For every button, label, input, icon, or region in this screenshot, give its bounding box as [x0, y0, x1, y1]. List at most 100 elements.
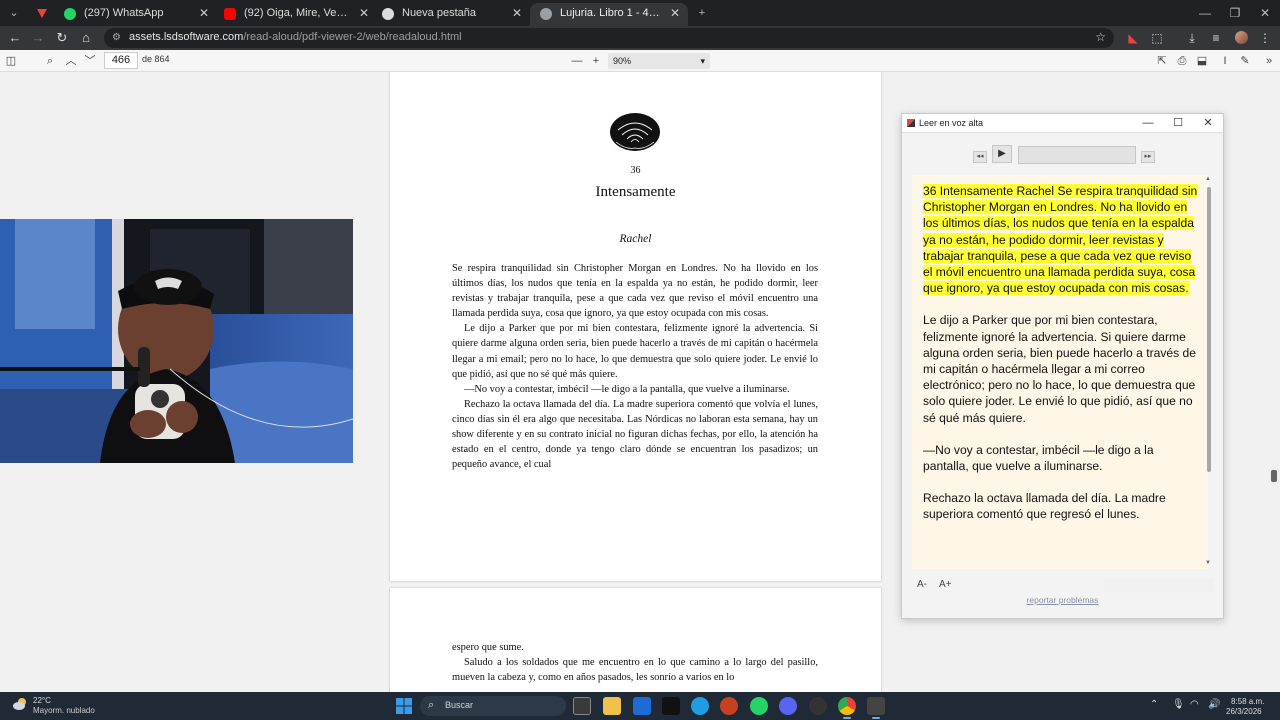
media-queue-icon[interactable]: ≡: [1207, 29, 1225, 47]
capcut-icon[interactable]: [662, 697, 680, 715]
tab-label: (92) Oiga, Mire, Vea - Guayacán: [244, 7, 351, 19]
paragraph: Se respira tranquilidad sin Christopher …: [452, 263, 818, 320]
draw-icon[interactable]: ✎: [1236, 52, 1254, 70]
close-icon[interactable]: ✕: [512, 3, 522, 23]
open-file-icon[interactable]: ⇱: [1153, 52, 1171, 70]
extensions-icon[interactable]: ⬚: [1148, 29, 1166, 47]
zoom-value: 90%: [613, 56, 632, 66]
edge-icon[interactable]: [691, 697, 709, 715]
zoom-select[interactable]: 90% ▾: [608, 53, 710, 69]
whatsapp-icon[interactable]: [750, 697, 768, 715]
text-cursor-icon[interactable]: I: [1216, 52, 1234, 70]
close-icon[interactable]: ✕: [1200, 116, 1216, 131]
increase-font-button[interactable]: A+: [939, 579, 952, 590]
url-text: assets.lsdsoftware.com/read-aloud/pdf-vi…: [129, 31, 462, 43]
microsoft-store-icon[interactable]: [633, 697, 651, 715]
chevron-down-icon: ▾: [700, 56, 705, 66]
active-app-indicator: [872, 717, 880, 719]
paragraph: —No voy a contestar, imbécil —le digo a …: [923, 442, 1154, 474]
webcam-overlay: [0, 219, 353, 463]
read-aloud-scrollbar[interactable]: ▲ ▼: [1205, 175, 1213, 569]
page-number-input[interactable]: 466: [104, 52, 138, 69]
read-aloud-app-icon[interactable]: [867, 697, 885, 715]
page-body-text: Se respira tranquilidad sin Christopher …: [452, 261, 818, 472]
save-icon[interactable]: ⬓: [1193, 52, 1211, 70]
tab-whatsapp[interactable]: (297) WhatsApp ✕: [54, 3, 217, 26]
scrollbar-thumb[interactable]: [1207, 187, 1211, 472]
minimize-icon[interactable]: —: [1140, 116, 1156, 131]
tab-new-tab[interactable]: Nueva pestaña ✕: [372, 3, 530, 26]
forward-button[interactable]: ▸▸: [1141, 151, 1155, 163]
paragraph: Rechazo la octava llamada del día. La ma…: [923, 491, 1166, 522]
scroll-down-icon[interactable]: ▼: [1205, 560, 1211, 566]
file-explorer-icon[interactable]: [603, 697, 621, 715]
home-icon[interactable]: ⌂: [77, 29, 95, 47]
close-icon[interactable]: ✕: [359, 3, 369, 23]
discord-icon[interactable]: [779, 697, 797, 715]
tab-label: Nueva pestaña: [402, 7, 476, 19]
zoom-in-button[interactable]: +: [587, 52, 605, 70]
weather-temperature[interactable]: 22°C: [33, 696, 51, 705]
obs-icon[interactable]: [809, 697, 827, 715]
paragraph: Le dijo a Parker que por mi bien contest…: [452, 323, 818, 380]
youtube-icon: [224, 8, 236, 20]
chrome-menu-icon[interactable]: ⋮: [1256, 29, 1274, 47]
reload-icon[interactable]: ↻: [53, 29, 71, 47]
microphone-icon[interactable]: 🎙: [1172, 699, 1185, 710]
playback-progress-bar[interactable]: [1018, 146, 1136, 164]
chevron-up-icon[interactable]: ⌃: [1150, 699, 1158, 710]
tab-youtube[interactable]: (92) Oiga, Mire, Vea - Guayacán ✕: [214, 3, 377, 26]
report-problems-link[interactable]: reportar problemas: [902, 595, 1223, 605]
cloudy-weather-icon[interactable]: [12, 697, 28, 711]
minimize-icon[interactable]: —: [1190, 4, 1220, 22]
play-button[interactable]: ▶: [992, 145, 1012, 163]
sidebar-toggle-icon[interactable]: ◫: [2, 52, 20, 70]
close-icon[interactable]: ✕: [670, 3, 680, 23]
windows-start-icon[interactable]: [396, 698, 412, 714]
back-icon[interactable]: ←: [6, 29, 24, 47]
address-bar[interactable]: ⚙ assets.lsdsoftware.com/read-aloud/pdf-…: [104, 28, 1114, 48]
tab-search-icon[interactable]: ⌄: [4, 4, 24, 22]
task-view-icon[interactable]: [573, 697, 591, 715]
download-icon[interactable]: ⤓: [1183, 29, 1201, 47]
close-window-icon[interactable]: ✕: [1250, 4, 1280, 22]
paragraph: espero que sume.: [452, 642, 524, 653]
weather-description[interactable]: Mayorm. nublado: [33, 706, 95, 715]
chrome-icon: [382, 8, 394, 20]
forward-icon[interactable]: →: [29, 29, 47, 47]
scroll-up-icon[interactable]: ▲: [1205, 176, 1211, 182]
maximize-icon[interactable]: ☐: [1170, 116, 1186, 131]
profile-avatar[interactable]: [1232, 29, 1250, 47]
new-tab-button[interactable]: +: [692, 4, 712, 22]
viewer-scrollbar-thumb[interactable]: [1271, 470, 1277, 482]
brave-icon[interactable]: [720, 697, 738, 715]
more-tools-icon[interactable]: »: [1260, 52, 1278, 70]
pinned-tab-icon[interactable]: [32, 4, 52, 22]
tab-label: (297) WhatsApp: [84, 7, 164, 19]
read-aloud-extension-icon[interactable]: ◣: [1124, 29, 1142, 47]
chrome-icon[interactable]: [838, 697, 856, 715]
taskbar-search[interactable]: ⌕ Buscar: [420, 696, 566, 716]
maximize-icon[interactable]: ❐: [1220, 4, 1250, 22]
close-icon[interactable]: ✕: [199, 3, 209, 23]
clock-date[interactable]: 26/3/2026: [1226, 707, 1262, 716]
bookmark-star-icon[interactable]: ☆: [1095, 30, 1106, 44]
wifi-icon[interactable]: ◠: [1190, 699, 1199, 710]
rewind-button[interactable]: ◂◂: [973, 151, 987, 163]
clock-time[interactable]: 8:58 a.m.: [1231, 697, 1264, 706]
print-icon[interactable]: ⎙: [1173, 52, 1191, 70]
voice-selector[interactable]: [1104, 579, 1214, 592]
decrease-font-button[interactable]: A-: [917, 579, 927, 590]
next-page-icon[interactable]: ﹀: [81, 52, 99, 70]
volume-icon[interactable]: 🔊: [1208, 699, 1220, 710]
previous-page-icon[interactable]: ︿: [62, 52, 80, 70]
tab-lujuria[interactable]: Lujuria. Libro 1 - 404c7602-daa ✕: [530, 3, 688, 26]
read-aloud-text-area[interactable]: 36 Intensamente Rachel Se respira tranqu…: [912, 175, 1208, 569]
search-icon[interactable]: ⌕: [41, 52, 59, 70]
zoom-out-button[interactable]: —: [568, 52, 586, 70]
url-path: /read-aloud/pdf-viewer-2/web/readaloud.h…: [243, 31, 462, 43]
read-aloud-title-bar[interactable]: Leer en voz alta — ☐ ✕: [902, 114, 1223, 133]
search-label: Buscar: [445, 700, 474, 710]
whatsapp-icon: [64, 8, 76, 20]
site-info-icon[interactable]: ⚙: [112, 32, 124, 44]
